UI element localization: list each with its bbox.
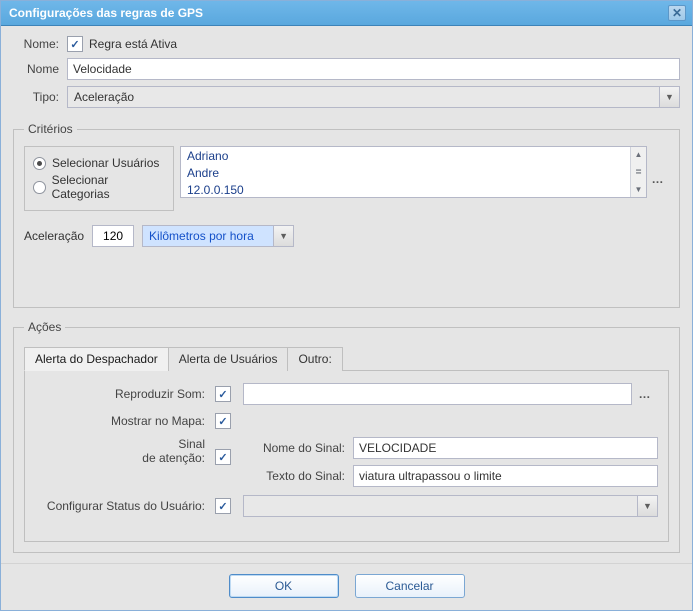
radio-icon bbox=[33, 181, 46, 194]
actions-group: Ações Alerta do Despachador Alerta de Us… bbox=[13, 320, 680, 553]
user-status-checkbox[interactable] bbox=[215, 498, 231, 514]
label-user-status: Configurar Status do Usuário: bbox=[35, 499, 215, 513]
cancel-button-label: Cancelar bbox=[385, 579, 433, 593]
criteria-top: Selecionar Usuários Selecionar Categoria… bbox=[24, 146, 669, 211]
tabs: Alerta do Despachador Alerta de Usuários… bbox=[24, 346, 669, 371]
row-signal: Sinal de atenção: Nome do Sinal: Texto d… bbox=[35, 437, 658, 487]
radio-icon bbox=[33, 157, 46, 170]
user-status-combo[interactable]: ▼ bbox=[243, 495, 658, 517]
label-type: Tipo: bbox=[13, 90, 67, 104]
criteria-group: Critérios Selecionar Usuários Selecionar… bbox=[13, 122, 680, 308]
label-signal-name: Nome do Sinal: bbox=[243, 441, 353, 455]
play-sound-browse-button[interactable]: … bbox=[632, 387, 658, 401]
scroll-up-icon[interactable]: ▲ bbox=[631, 147, 646, 162]
label-play-sound: Reproduzir Som: bbox=[35, 387, 215, 401]
row-show-map: Mostrar no Mapa: bbox=[35, 413, 658, 429]
unit-combo-text: Kilômetros por hora bbox=[143, 226, 273, 246]
list-item[interactable]: Adriano bbox=[187, 148, 624, 165]
tab-other[interactable]: Outro: bbox=[287, 347, 342, 371]
active-checkbox[interactable] bbox=[67, 36, 83, 52]
row-name: Nome bbox=[13, 58, 680, 80]
signal-text-input[interactable] bbox=[353, 465, 658, 487]
chevron-down-icon[interactable]: ▼ bbox=[273, 226, 293, 246]
radio-select-users[interactable]: Selecionar Usuários bbox=[33, 156, 165, 170]
ok-button-label: OK bbox=[275, 579, 292, 593]
actions-legend: Ações bbox=[24, 320, 65, 334]
listbox-wrap: Adriano Andre 12.0.0.150 ▲ = ▼ … bbox=[180, 146, 669, 211]
row-type: Tipo: Aceleração ▼ bbox=[13, 86, 680, 108]
tab-user-alert[interactable]: Alerta de Usuários bbox=[168, 347, 289, 371]
label-signal-text: Texto do Sinal: bbox=[243, 469, 353, 483]
label-name-top: Nome: bbox=[13, 37, 67, 51]
listbox-scrollbar[interactable]: ▲ = ▼ bbox=[630, 147, 646, 197]
criteria-spacer bbox=[24, 247, 669, 297]
ok-button[interactable]: OK bbox=[229, 574, 339, 598]
scroll-down-icon[interactable]: ▼ bbox=[631, 182, 646, 197]
tab-label: Alerta do Despachador bbox=[35, 352, 158, 366]
row-user-status: Configurar Status do Usuário: ▼ bbox=[35, 495, 658, 517]
play-sound-input[interactable] bbox=[243, 383, 632, 405]
more-button[interactable]: … bbox=[647, 146, 669, 211]
list-item[interactable]: Andre bbox=[187, 165, 624, 182]
row-play-sound: Reproduzir Som: … bbox=[35, 383, 658, 405]
button-bar: OK Cancelar bbox=[1, 563, 692, 610]
row-active: Nome: Regra está Ativa bbox=[13, 36, 680, 52]
signal-subpanel: Nome do Sinal: Texto do Sinal: bbox=[243, 437, 658, 487]
chevron-down-icon[interactable]: ▼ bbox=[659, 87, 679, 107]
chevron-down-icon[interactable]: ▼ bbox=[637, 496, 657, 516]
tab-label: Outro: bbox=[298, 352, 331, 366]
row-signal-text: Texto do Sinal: bbox=[243, 465, 658, 487]
acceleration-input[interactable] bbox=[92, 225, 134, 247]
active-checkbox-label: Regra está Ativa bbox=[89, 37, 177, 51]
tab-panel-dispatcher: Reproduzir Som: … Mostrar no Mapa: Sinal… bbox=[24, 371, 669, 542]
cancel-button[interactable]: Cancelar bbox=[355, 574, 465, 598]
close-button[interactable]: ✕ bbox=[668, 5, 686, 21]
tab-label: Alerta de Usuários bbox=[179, 352, 278, 366]
dialog-window: Configurações das regras de GPS ✕ Nome: … bbox=[0, 0, 693, 611]
signal-name-input[interactable] bbox=[353, 437, 658, 459]
radio-select-users-label: Selecionar Usuários bbox=[52, 156, 159, 170]
list-item[interactable]: 12.0.0.150 bbox=[187, 182, 624, 198]
acceleration-label: Aceleração bbox=[24, 229, 84, 243]
radio-select-categories[interactable]: Selecionar Categorias bbox=[33, 173, 165, 201]
show-map-checkbox[interactable] bbox=[215, 413, 231, 429]
window-title: Configurações das regras de GPS bbox=[9, 6, 203, 20]
listbox-items: Adriano Andre 12.0.0.150 bbox=[181, 147, 630, 197]
scroll-thumb[interactable]: = bbox=[631, 165, 646, 180]
users-listbox[interactable]: Adriano Andre 12.0.0.150 ▲ = ▼ bbox=[180, 146, 647, 198]
type-combo[interactable]: Aceleração ▼ bbox=[67, 86, 680, 108]
unit-combo[interactable]: Kilômetros por hora ▼ bbox=[142, 225, 294, 247]
label-name: Nome bbox=[13, 62, 67, 76]
dialog-body: Nome: Regra está Ativa Nome Tipo: Aceler… bbox=[1, 26, 692, 563]
label-signal: Sinal de atenção: bbox=[35, 437, 215, 465]
label-signal-line1: Sinal bbox=[178, 437, 205, 451]
signal-checkbox[interactable] bbox=[215, 449, 231, 465]
play-sound-checkbox[interactable] bbox=[215, 386, 231, 402]
acceleration-row: Aceleração Kilômetros por hora ▼ bbox=[24, 225, 669, 247]
name-input[interactable] bbox=[67, 58, 680, 80]
tab-dispatcher-alert[interactable]: Alerta do Despachador bbox=[24, 347, 169, 371]
titlebar: Configurações das regras de GPS ✕ bbox=[1, 1, 692, 26]
label-signal-line2: de atenção: bbox=[142, 451, 205, 465]
radio-select-categories-label: Selecionar Categorias bbox=[52, 173, 165, 201]
radio-panel: Selecionar Usuários Selecionar Categoria… bbox=[24, 146, 174, 211]
criteria-legend: Critérios bbox=[24, 122, 77, 136]
row-signal-name: Nome do Sinal: bbox=[243, 437, 658, 459]
label-show-map: Mostrar no Mapa: bbox=[35, 414, 215, 428]
type-combo-text: Aceleração bbox=[68, 90, 659, 104]
